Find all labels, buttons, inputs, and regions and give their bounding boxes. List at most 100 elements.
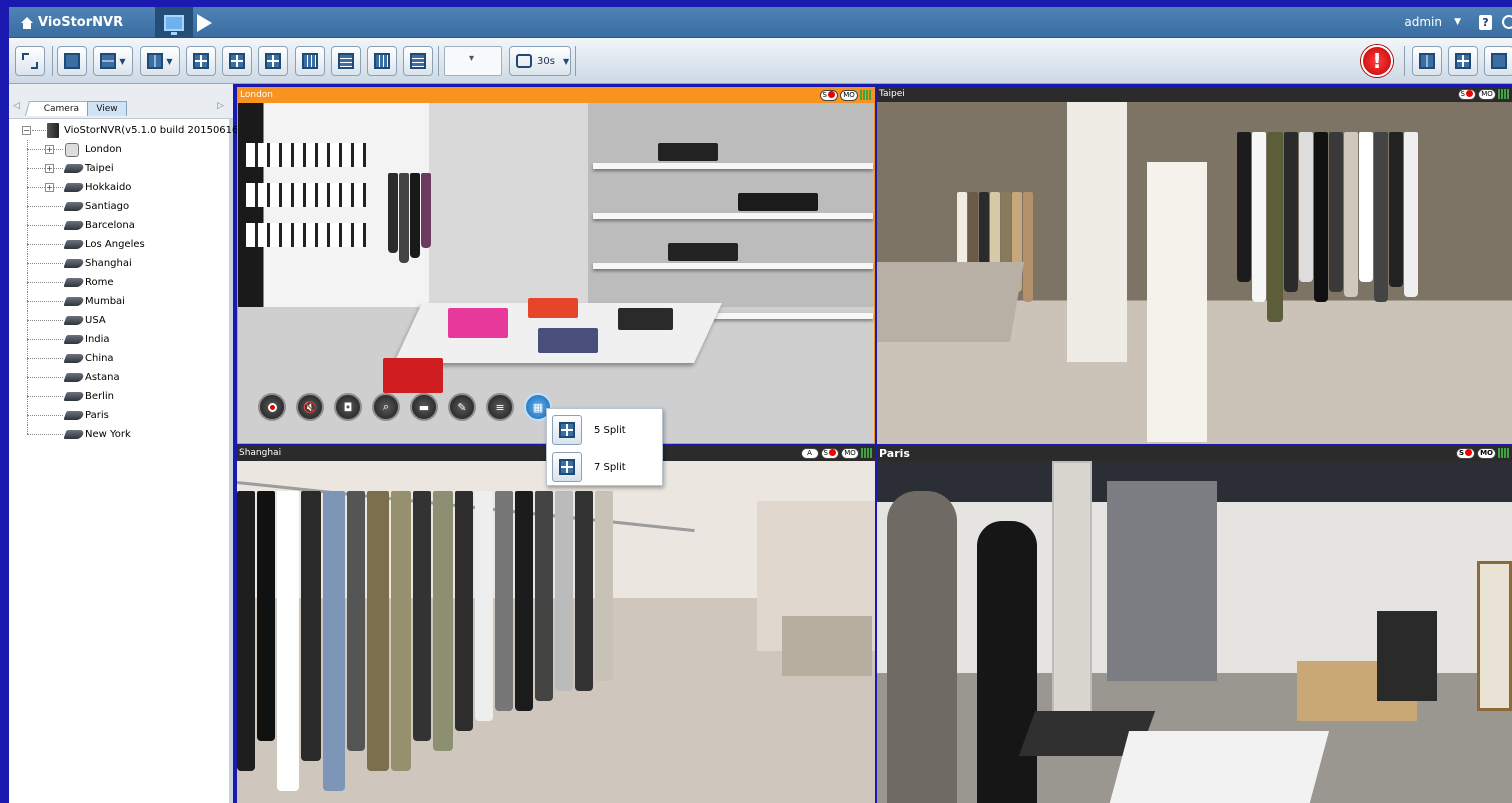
video-tile-paris[interactable]: Paris S MO <box>877 446 1512 803</box>
tab-view[interactable]: View <box>87 101 127 116</box>
sequence-interval-button[interactable]: 30s ▼ <box>509 46 571 76</box>
tree-camera-label: Barcelona <box>85 220 135 231</box>
camera-icon <box>63 392 85 401</box>
digital-zoom-button[interactable]: ⌕ <box>372 393 400 421</box>
tree-camera-item[interactable]: Rome <box>17 273 229 292</box>
tree-camera-item[interactable]: Astana <box>17 368 229 387</box>
camera-feed[interactable]: 🔇 ◘ ⌕ ▬ ✎ ≡ ▦ <box>238 103 874 443</box>
tree-root-label: VioStorNVR(v5.1.0 build 20150616) <box>64 125 243 136</box>
record-button[interactable] <box>258 393 286 421</box>
video-tile-london[interactable]: London S MO 🔇 ◘ ⌕ ▬ ✎ ≡ ▦ <box>237 87 875 444</box>
signal-strength-icon <box>860 90 872 100</box>
audio-button[interactable]: 🔇 <box>296 393 324 421</box>
gear-icon <box>1491 53 1507 69</box>
two-split-icon <box>100 53 117 69</box>
tree-camera-item[interactable]: Paris <box>17 406 229 425</box>
camera-list: + London + Taipei + Hokkaido Santiago Barcelona… <box>17 140 229 444</box>
toolbar-divider <box>1404 46 1405 76</box>
tree-camera-item[interactable]: New York <box>17 425 229 444</box>
camera-icon <box>63 316 85 325</box>
more-layouts-button[interactable] <box>403 46 433 76</box>
single-view-button[interactable] <box>57 46 87 76</box>
expand-icon[interactable]: + <box>45 164 54 173</box>
tab-scroll-left-icon[interactable]: ◁ <box>13 101 20 111</box>
tree-camera-label: Taipei <box>85 163 114 174</box>
chevron-down-icon: ▼ <box>166 56 173 66</box>
sixteen-split-button[interactable] <box>367 46 397 76</box>
tree-camera-item[interactable]: USA <box>17 311 229 330</box>
tree-camera-item[interactable]: Mumbai <box>17 292 229 311</box>
nine-split-button[interactable] <box>295 46 325 76</box>
four-split-icon <box>193 53 209 69</box>
channel-name: Paris <box>879 447 910 460</box>
chevron-down-icon[interactable]: ▼ <box>1454 17 1461 27</box>
view-select[interactable] <box>444 46 502 76</box>
e-map-button[interactable] <box>1448 46 1478 76</box>
alert-button[interactable]: ! <box>1361 45 1393 77</box>
single-layout-icon <box>64 53 80 69</box>
alarm-status-badge: A <box>800 448 819 459</box>
expand-icon[interactable]: + <box>45 183 54 192</box>
recording-status-badge: S <box>820 448 839 459</box>
menu-item-label: 7 Split <box>594 461 626 473</box>
toolbar-divider <box>438 46 439 76</box>
tree-camera-item[interactable]: Barcelona <box>17 216 229 235</box>
tree-camera-item[interactable]: Shanghai <box>17 254 229 273</box>
camera-config-button[interactable]: ✎ <box>448 393 476 421</box>
camera-feed[interactable] <box>877 461 1512 803</box>
six-split-button[interactable] <box>222 46 252 76</box>
collapse-icon[interactable]: − <box>22 126 31 135</box>
split-layout-menu: 5 Split 7 Split <box>546 408 663 486</box>
video-tile-taipei[interactable]: Taipei S MO <box>877 87 1512 444</box>
tree-camera-item[interactable]: Los Angeles <box>17 235 229 254</box>
tree-camera-item[interactable]: India <box>17 330 229 349</box>
channel-name: Taipei <box>879 89 905 99</box>
video-header: Taipei S MO <box>877 87 1512 102</box>
four-split-button[interactable] <box>186 46 216 76</box>
tree-camera-label: Shanghai <box>85 258 132 269</box>
tree-camera-label: London <box>85 144 122 155</box>
system-settings-button[interactable] <box>1484 46 1512 76</box>
tree-camera-item[interactable]: Santiago <box>17 197 229 216</box>
eight-split-button[interactable] <box>258 46 288 76</box>
two-split-button[interactable]: ▼ <box>93 46 133 76</box>
menu-item-7-split[interactable]: 7 Split <box>552 452 658 482</box>
fullscreen-button[interactable] <box>15 46 45 76</box>
event-log-button[interactable]: ≡ <box>486 393 514 421</box>
three-split-button[interactable]: ▼ <box>140 46 180 76</box>
tree-root[interactable]: − VioStorNVR(v5.1.0 build 20150616) <box>17 121 242 140</box>
app-brand[interactable]: VioStorNVR <box>21 15 123 30</box>
twelve-split-button[interactable] <box>331 46 361 76</box>
user-menu[interactable]: admin <box>1404 15 1442 29</box>
camera-settings-button[interactable] <box>1412 46 1442 76</box>
camera-feed[interactable] <box>237 461 875 803</box>
tree-camera-item[interactable]: Berlin <box>17 387 229 406</box>
e-map-icon <box>1455 53 1471 69</box>
camera-feed[interactable] <box>877 102 1512 444</box>
instant-playback-button[interactable]: ▬ <box>410 393 438 421</box>
expand-icon[interactable]: + <box>45 145 54 154</box>
split-layout-icon: ▦ <box>532 400 544 414</box>
motion-status-badge: MO <box>1477 448 1496 459</box>
playback-mode-button[interactable] <box>197 14 212 32</box>
snapshot-button[interactable]: ◘ <box>334 393 362 421</box>
video-header: London S MO <box>238 88 874 103</box>
language-globe-icon[interactable] <box>1502 15 1512 29</box>
signal-strength-icon <box>861 448 873 458</box>
tree-camera-label: Mumbai <box>85 296 125 307</box>
playback-bar-icon: ▬ <box>418 400 430 414</box>
tree-camera-item[interactable]: + Hokkaido <box>17 178 229 197</box>
video-tile-shanghai[interactable]: Shanghai A S MO <box>237 446 875 803</box>
tab-scroll-right-icon[interactable]: ▷ <box>217 101 224 111</box>
menu-item-5-split[interactable]: 5 Split <box>552 415 658 445</box>
live-view-mode-button[interactable] <box>155 7 193 38</box>
tree-camera-label: Berlin <box>85 391 115 402</box>
help-button[interactable]: ? <box>1479 15 1492 30</box>
tree-camera-item[interactable]: + Taipei <box>17 159 229 178</box>
tree-camera-item[interactable]: China <box>17 349 229 368</box>
tree-camera-item[interactable]: + London <box>17 140 229 159</box>
motion-status-badge: MO <box>1478 89 1496 100</box>
panel-header: ◁ Camera View ▷ <box>9 84 233 119</box>
camera-icon <box>63 164 85 173</box>
twelve-split-icon <box>338 53 354 69</box>
